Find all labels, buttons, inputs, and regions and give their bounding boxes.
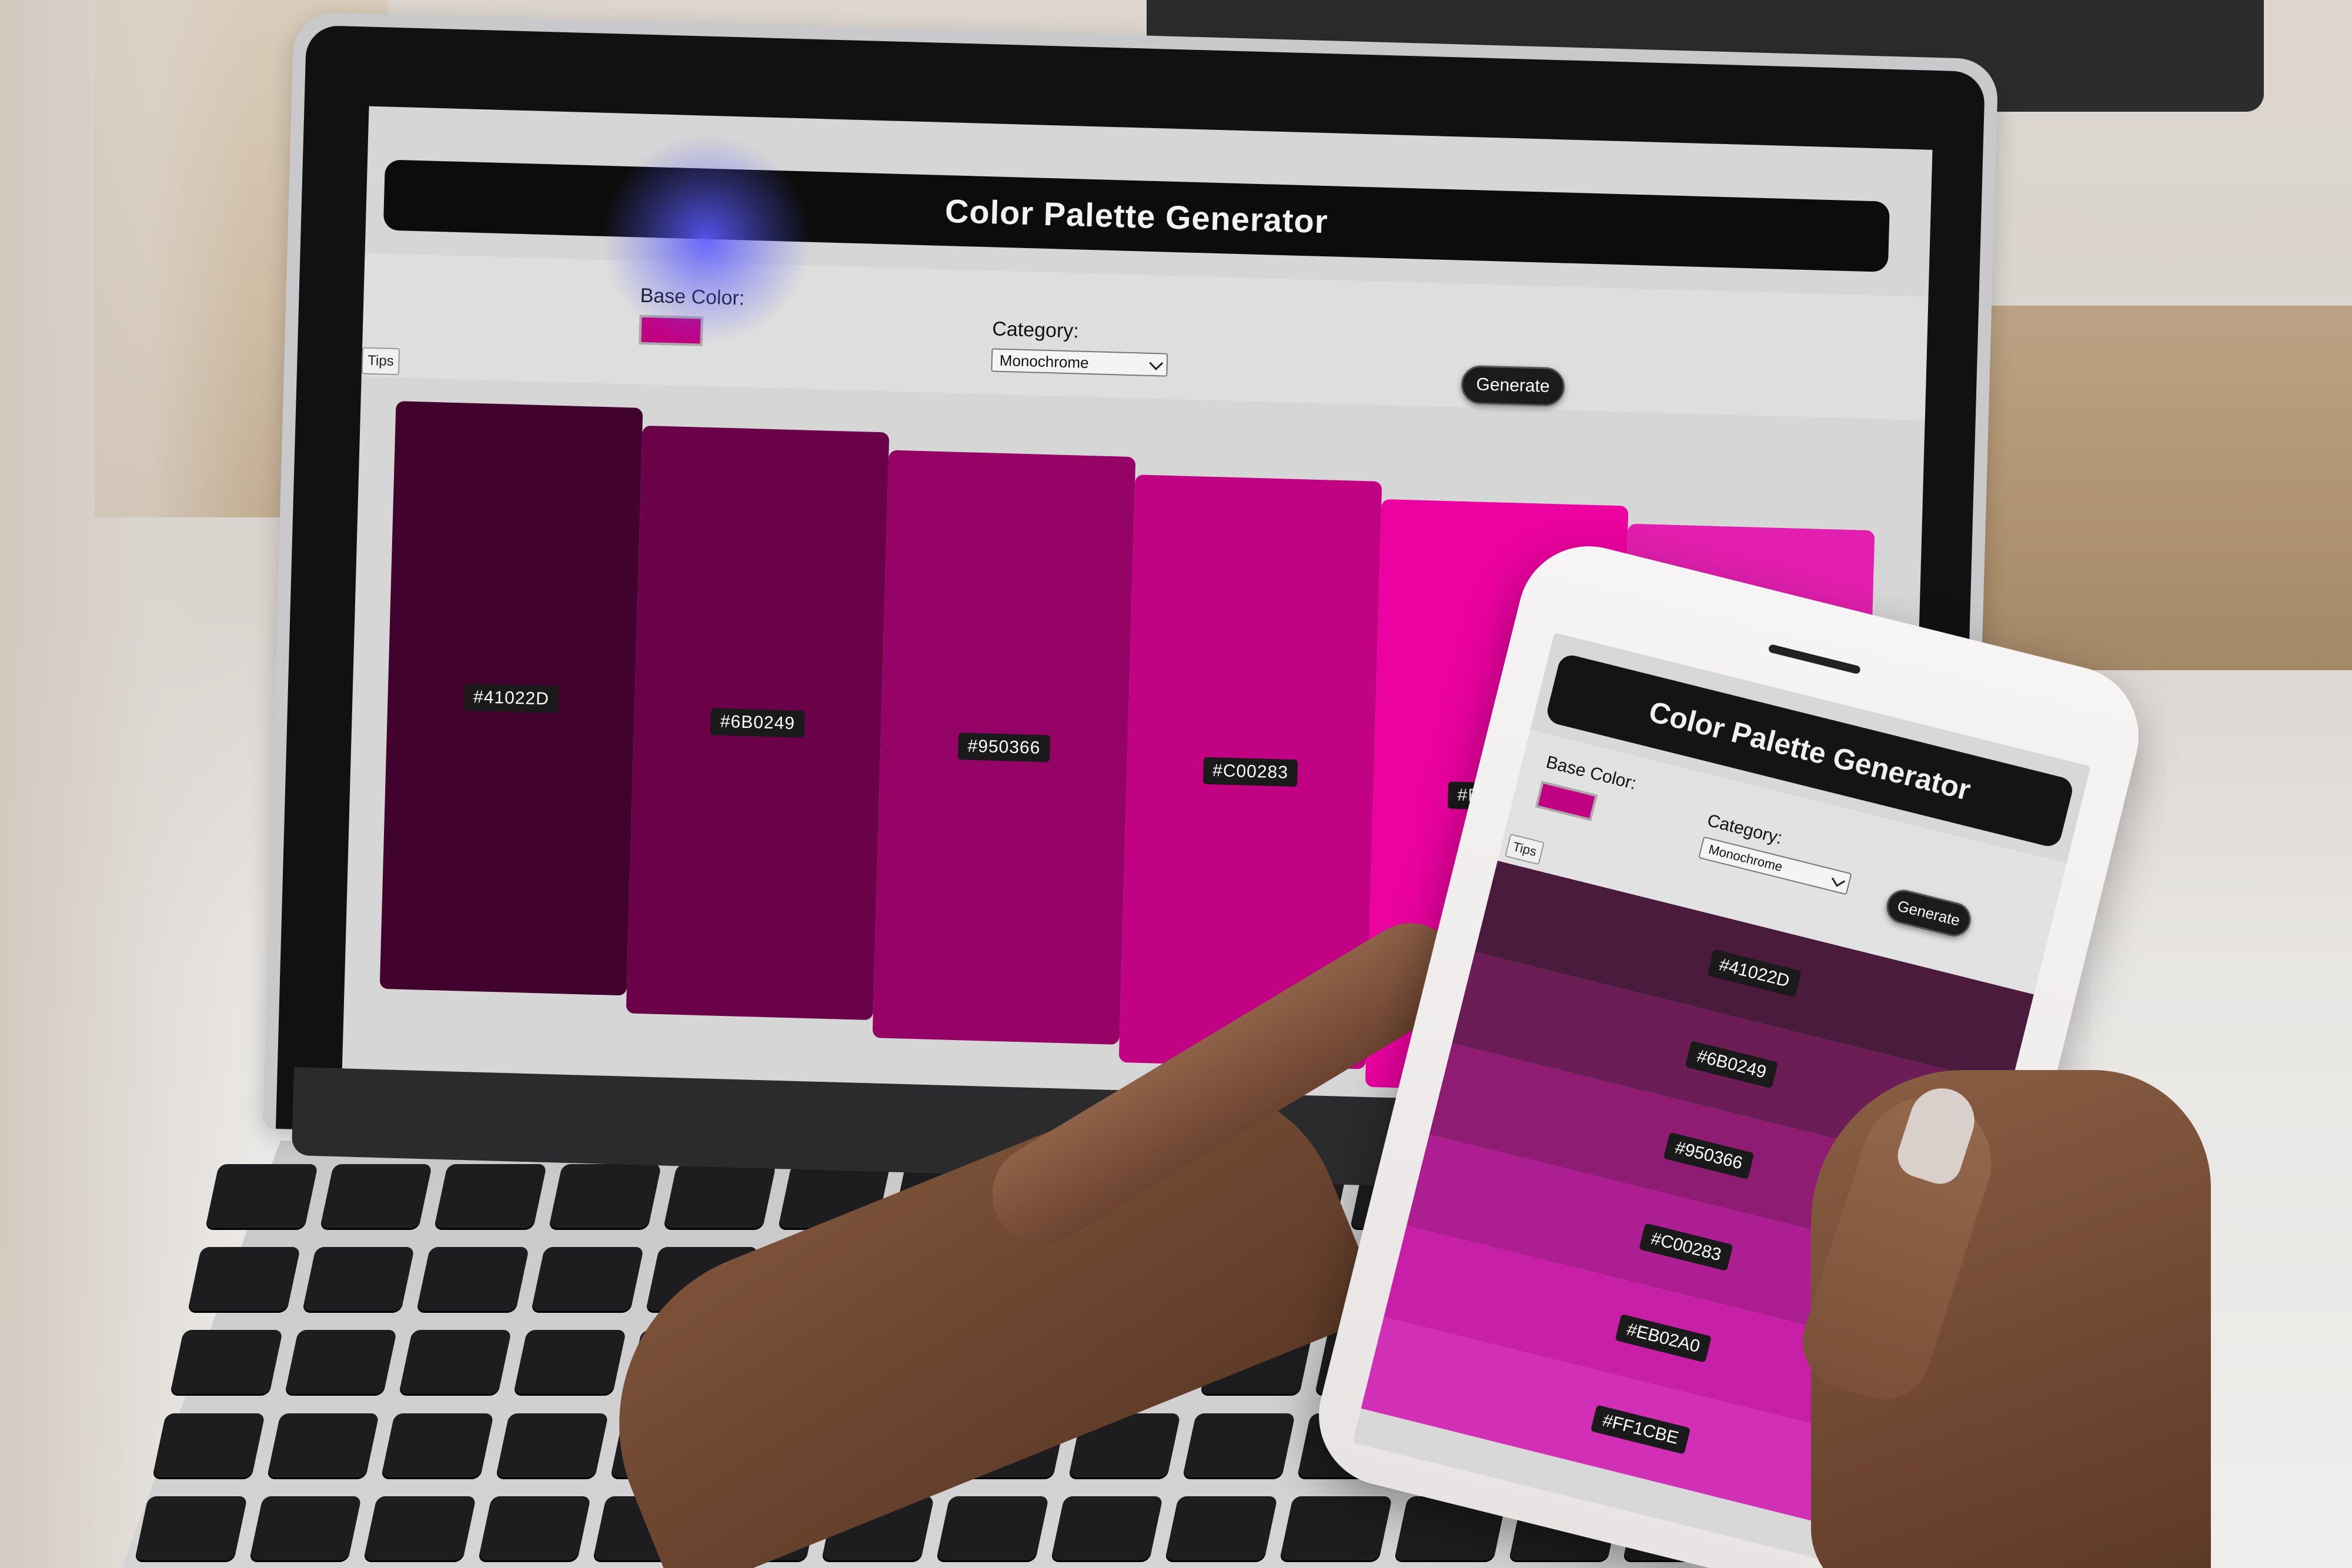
phone-palette-hex-label: #FF1CBE <box>1591 1405 1691 1455</box>
keyboard-key <box>1164 1496 1278 1562</box>
background-wood-box <box>1952 306 2352 670</box>
phone-palette-hex-label: #EB02A0 <box>1615 1313 1712 1363</box>
keyboard-key <box>205 1164 318 1230</box>
keyboard-key <box>548 1164 662 1230</box>
keyboard-key <box>380 1413 495 1479</box>
keyboard-key <box>495 1413 609 1479</box>
category-selected-value: Monochrome <box>999 351 1090 372</box>
keyboard-key <box>663 1164 776 1230</box>
app-title: Color Palette Generator <box>944 192 1329 240</box>
category-select[interactable]: Monochrome <box>991 348 1168 377</box>
chevron-down-icon <box>1831 872 1846 887</box>
palette-swatch[interactable]: #41022D <box>379 401 643 996</box>
phone-palette-hex-label: #41022D <box>1707 949 1802 998</box>
tips-button[interactable]: Tips <box>361 347 400 376</box>
phone-tips-button-label: Tips <box>1511 839 1538 860</box>
keyboard-key <box>398 1330 512 1396</box>
generate-button[interactable]: Generate <box>1461 365 1565 407</box>
palette-hex-label: #C00283 <box>1202 757 1298 787</box>
chevron-down-icon <box>1149 356 1164 370</box>
phone-tips-button[interactable]: Tips <box>1504 833 1545 865</box>
keyboard-key <box>1050 1496 1164 1562</box>
keyboard-key <box>187 1247 300 1313</box>
keyboard-key <box>266 1413 380 1479</box>
category-label: Category: <box>991 317 1080 343</box>
phone-base-color-picker[interactable] <box>1535 781 1598 821</box>
phone-palette-hex-label: #6B0249 <box>1685 1040 1779 1089</box>
keyboard-key <box>319 1164 433 1230</box>
base-color-picker[interactable] <box>639 315 703 346</box>
keyboard-key <box>1182 1413 1296 1479</box>
palette-hex-label: #950366 <box>958 733 1051 763</box>
keyboard-key <box>513 1330 627 1396</box>
palette-hex-label: #41022D <box>463 683 559 714</box>
keyboard-key <box>433 1164 547 1230</box>
keyboard-key <box>134 1496 248 1562</box>
keyboard-key <box>363 1496 477 1562</box>
keyboard-key <box>249 1496 362 1562</box>
palette-swatch[interactable]: #6B0249 <box>626 425 890 1021</box>
keyboard-key <box>302 1247 415 1313</box>
keyboard-key <box>530 1247 644 1313</box>
phone-palette-hex-label: #C00283 <box>1639 1223 1733 1272</box>
keyboard-key <box>936 1496 1049 1562</box>
keyboard-key <box>152 1413 265 1479</box>
palette-swatch[interactable]: #950366 <box>872 450 1136 1045</box>
phone-generate-button-label: Generate <box>1896 896 1962 930</box>
phone-generate-button[interactable]: Generate <box>1883 886 1975 940</box>
base-color-label: Base Color: <box>640 284 745 310</box>
controls-bar: Base Color: Category: Monochrome Generat… <box>361 253 1929 420</box>
phone-speaker <box>1768 644 1862 675</box>
keyboard-key <box>477 1496 592 1562</box>
tips-button-label: Tips <box>367 352 395 369</box>
generate-button-label: Generate <box>1476 375 1551 396</box>
keyboard-key <box>416 1247 530 1313</box>
app-header: Color Palette Generator <box>383 159 1890 272</box>
keyboard-key <box>169 1330 283 1396</box>
photo-scene: Color Palette Generator Base Color: Cate… <box>0 0 2352 1568</box>
keyboard-key <box>284 1330 397 1396</box>
palette-hex-label: #6B0249 <box>710 708 805 738</box>
keyboard-key <box>1279 1496 1393 1562</box>
phone-palette-hex-label: #950366 <box>1663 1132 1755 1180</box>
